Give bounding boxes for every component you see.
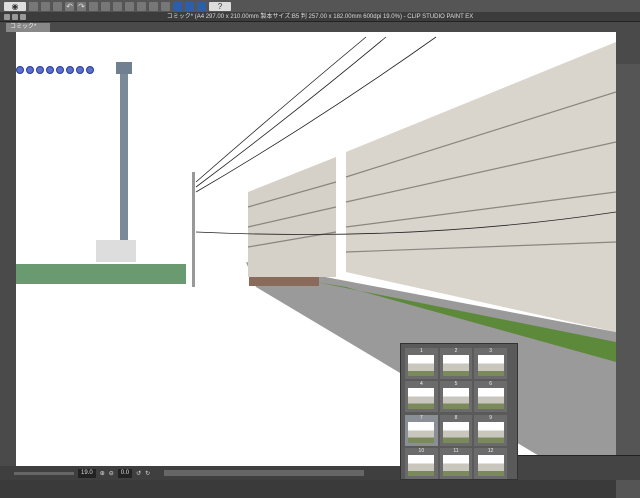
material-thumbnail-panel: 1 2 3 4 5 6 7 8 9 10 11 12 — [400, 343, 518, 480]
layer-panel-toolbar — [518, 455, 640, 480]
horizontal-scrollbar[interactable] — [164, 470, 365, 476]
building-near — [346, 42, 616, 332]
rotate-right-icon[interactable]: ↻ — [145, 470, 150, 477]
save-icon[interactable] — [53, 1, 62, 11]
eye-icon[interactable]: ◉ — [4, 1, 26, 11]
clear-icon[interactable] — [137, 1, 146, 11]
open-file-icon[interactable] — [41, 1, 50, 11]
3d-scene — [16, 36, 616, 466]
thumbnail-image — [477, 421, 504, 443]
thumbnail[interactable]: 1 — [405, 348, 438, 379]
zoom-icon[interactable] — [56, 66, 64, 74]
light-icon[interactable] — [76, 66, 84, 74]
playground — [16, 264, 186, 284]
thumbnail[interactable]: 10 — [405, 447, 438, 479]
thumbnail-image — [477, 355, 504, 376]
thumbnail-image — [442, 421, 469, 443]
new-file-icon[interactable] — [29, 1, 38, 11]
thumbnail-selected[interactable]: 7 — [405, 414, 438, 446]
thumbnail[interactable]: 11 — [439, 447, 473, 479]
reset-icon[interactable] — [86, 66, 94, 74]
thumbnail-image — [408, 355, 435, 376]
move-icon[interactable] — [101, 1, 110, 11]
command-bar: ◉ ↶ ↷ ? — [0, 0, 640, 12]
object-launcher — [16, 66, 94, 74]
redo-icon[interactable]: ↷ — [77, 1, 86, 11]
thumbnail[interactable]: 6 — [474, 381, 507, 413]
water-tower — [120, 74, 128, 244]
thumbnail[interactable]: 9 — [474, 414, 507, 446]
thumbnail-image — [442, 388, 469, 410]
pan-icon[interactable] — [46, 66, 54, 74]
tab-comic[interactable]: コミック* — [6, 23, 50, 32]
help-icon[interactable]: ? — [209, 1, 231, 11]
thumbnail[interactable]: 4 — [405, 381, 438, 413]
zoom-out-icon[interactable]: ⊖ — [109, 470, 114, 477]
snap-ruler-icon[interactable] — [173, 1, 182, 11]
rotate-icon[interactable] — [36, 66, 44, 74]
transform-icon[interactable] — [89, 1, 98, 11]
thumbnail-image — [477, 388, 504, 410]
selection-icon[interactable] — [161, 1, 170, 11]
fill-icon[interactable] — [113, 1, 122, 11]
tone-icon[interactable] — [149, 1, 158, 11]
thumbnail-image — [408, 421, 435, 443]
snap-special-ruler-icon[interactable] — [185, 1, 194, 11]
window-title: コミック* (A4 297.00 x 210.00mm 製本サイズ:B5 判 2… — [166, 14, 474, 20]
thumbnail-image — [477, 454, 504, 476]
zoom-slider[interactable] — [14, 471, 74, 475]
crop-icon[interactable] — [125, 1, 134, 11]
thumbnail-image — [442, 454, 469, 476]
tab-bar: コミック* — [0, 22, 640, 32]
zoom-value[interactable]: 19.0 — [78, 468, 96, 478]
zoom-in-icon[interactable]: ⊕ — [100, 470, 105, 477]
thumbnail-image — [408, 388, 435, 410]
canvas[interactable] — [16, 32, 616, 466]
undo-icon[interactable]: ↶ — [65, 1, 74, 11]
title-bar: コミック* (A4 297.00 x 210.00mm 製本サイズ:B5 判 2… — [0, 12, 640, 22]
thumbnail-image — [408, 454, 435, 476]
thumbnail[interactable]: 3 — [474, 348, 507, 379]
thumbnail[interactable]: 12 — [474, 447, 507, 479]
perspective-icon[interactable] — [66, 66, 74, 74]
canvas-area[interactable] — [0, 32, 640, 498]
vertical-scrollbar[interactable] — [616, 64, 640, 498]
rotate-left-icon[interactable]: ↺ — [136, 470, 141, 477]
water-tower-tank — [116, 62, 132, 74]
snap-grid-icon[interactable] — [197, 1, 206, 11]
thumbnail[interactable]: 5 — [439, 381, 473, 413]
camera-icon[interactable] — [16, 66, 24, 74]
rotation-value[interactable]: 0.0 — [117, 468, 133, 478]
thumbnail-image — [442, 355, 469, 376]
utility-pole — [192, 172, 195, 287]
thumbnail[interactable]: 2 — [439, 348, 473, 379]
thumbnail[interactable]: 8 — [439, 414, 473, 446]
move-icon[interactable] — [26, 66, 34, 74]
